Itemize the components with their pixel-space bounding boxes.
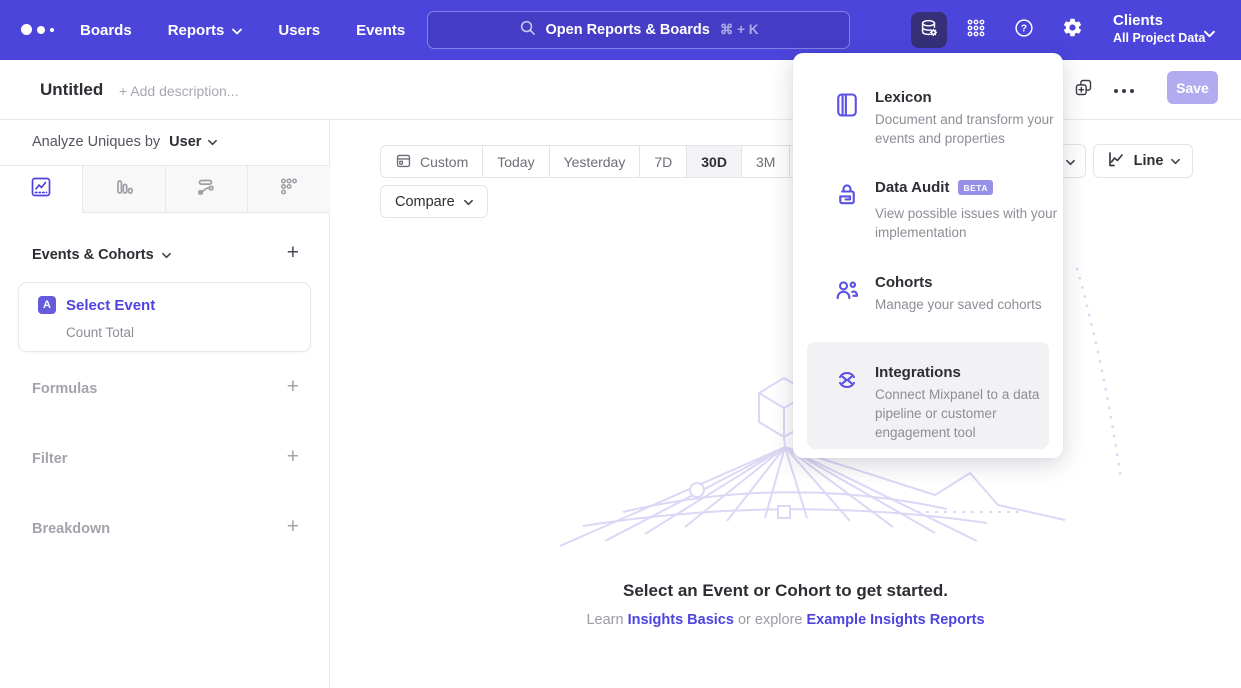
insights-basics-link[interactable]: Insights Basics: [628, 612, 734, 628]
save-button[interactable]: Save: [1167, 71, 1218, 104]
date-range-30d[interactable]: 30D: [686, 146, 741, 177]
count-total-dropdown[interactable]: Count Total: [66, 325, 134, 340]
analyze-uniques-row: Analyze Uniques by User: [32, 134, 217, 150]
search-icon: [519, 19, 536, 41]
search-placeholder: Open Reports & Boards: [546, 22, 710, 38]
date-range-today[interactable]: Today: [482, 146, 548, 177]
empty-state-heading: Select an Event or Cohort to get started…: [330, 581, 1241, 601]
event-card[interactable]: A Select Event Count Total: [18, 282, 311, 352]
breakdown-label: Breakdown: [32, 521, 110, 537]
select-event-label[interactable]: Select Event: [66, 297, 155, 314]
tab-flow-chart[interactable]: [165, 166, 248, 213]
settings-gear-icon: [1062, 17, 1083, 43]
flow-chart-icon: [195, 176, 217, 203]
bar-chart-icon: [113, 176, 135, 203]
metric-dots-icon: [278, 176, 300, 203]
date-range-yesterday[interactable]: Yesterday: [549, 146, 640, 177]
nav-links: Boards Reports Users Events: [80, 0, 405, 60]
calendar-icon: [395, 152, 412, 172]
database-gear-icon: [918, 17, 940, 44]
project-subtitle: All Project Data: [1113, 30, 1205, 47]
date-range-7d[interactable]: 7D: [639, 146, 686, 177]
global-search-input[interactable]: Open Reports & Boards ⌘ + K: [427, 11, 850, 49]
search-shortcut: ⌘ + K: [720, 22, 759, 38]
chevron-down-icon: [232, 22, 242, 39]
svg-text:?: ?: [1021, 23, 1027, 34]
date-range-3m[interactable]: 3M: [741, 146, 789, 177]
tab-line-chart[interactable]: [0, 166, 82, 213]
add-event-button[interactable]: +: [287, 245, 299, 261]
example-reports-link[interactable]: Example Insights Reports: [806, 612, 984, 628]
empty-state-subtext: Learn Insights Basics or explore Example…: [330, 612, 1241, 628]
analyze-value-dropdown[interactable]: User: [169, 134, 217, 150]
mixpanel-logo[interactable]: [21, 24, 54, 35]
data-management-button[interactable]: [911, 12, 947, 48]
help-icon: ?: [1013, 17, 1035, 44]
chevron-down-icon: [162, 247, 171, 263]
menu-item-cohorts[interactable]: Cohorts Manage your saved cohorts: [793, 274, 1063, 314]
chevron-down-icon: [1171, 153, 1180, 169]
add-filter-button[interactable]: +: [287, 449, 299, 465]
integrations-sync-icon: [833, 366, 861, 394]
date-range-control: Custom Today Yesterday 7D 30D 3M 6M: [380, 145, 839, 178]
chevron-down-icon: [464, 194, 473, 210]
project-selector[interactable]: Clients All Project Data: [1113, 11, 1205, 47]
report-canvas: Custom Today Yesterday 7D 30D 3M 6M Comp…: [330, 120, 1241, 688]
tab-bar-chart[interactable]: [82, 166, 165, 213]
project-title: Clients: [1113, 11, 1205, 30]
help-button[interactable]: ?: [1006, 12, 1042, 48]
more-options-button[interactable]: [1112, 78, 1136, 102]
chart-style-dropdown[interactable]: Line: [1093, 144, 1193, 178]
nav-item-events[interactable]: Events: [356, 22, 405, 39]
tab-metric-chart[interactable]: [247, 166, 330, 213]
line-chart-icon: [1106, 149, 1126, 173]
top-navbar: Boards Reports Users Events Open Reports…: [0, 0, 1241, 60]
nav-item-boards[interactable]: Boards: [80, 22, 132, 39]
menu-item-lexicon[interactable]: Lexicon Document and transform your even…: [793, 89, 1063, 148]
apps-grid-icon: [965, 17, 987, 44]
copy-plus-icon: [1073, 77, 1094, 103]
chevron-down-icon: [208, 134, 217, 150]
cohorts-people-icon: [833, 276, 861, 304]
events-cohorts-header[interactable]: Events & Cohorts: [32, 247, 171, 263]
series-a-badge: A: [38, 296, 56, 314]
apps-grid-button[interactable]: [958, 12, 994, 48]
query-sidebar: Analyze Uniques by User: [0, 120, 330, 688]
chevron-down-icon: [1204, 25, 1215, 43]
event-card-row: A Select Event: [38, 296, 155, 314]
formulas-label: Formulas: [32, 381, 97, 397]
chart-type-tabs: [0, 165, 330, 213]
beta-badge: BETA: [958, 180, 993, 195]
lexicon-book-icon: [833, 91, 861, 119]
add-description-field[interactable]: + Add description...: [119, 83, 238, 99]
compare-dropdown[interactable]: Compare: [380, 185, 488, 218]
report-title[interactable]: Untitled: [40, 80, 103, 100]
analyze-label: Analyze Uniques by: [32, 134, 160, 150]
nav-item-users[interactable]: Users: [278, 22, 320, 39]
nav-item-reports[interactable]: Reports: [168, 22, 243, 39]
date-range-custom[interactable]: Custom: [381, 146, 482, 177]
chevron-down-icon: [1066, 159, 1075, 166]
line-chart-icon: [30, 176, 52, 203]
menu-item-integrations[interactable]: Integrations Connect Mixpanel to a data …: [807, 342, 1049, 449]
duplicate-button[interactable]: [1071, 78, 1095, 102]
menu-item-data-audit[interactable]: Data AuditBETA View possible issues with…: [793, 179, 1063, 242]
data-audit-lock-icon: [833, 181, 861, 209]
filter-label: Filter: [32, 451, 67, 467]
settings-button[interactable]: [1054, 12, 1090, 48]
add-formula-button[interactable]: +: [287, 379, 299, 395]
add-breakdown-button[interactable]: +: [287, 519, 299, 535]
data-management-menu: Lexicon Document and transform your even…: [793, 53, 1063, 458]
ellipsis-icon: [1113, 81, 1135, 99]
